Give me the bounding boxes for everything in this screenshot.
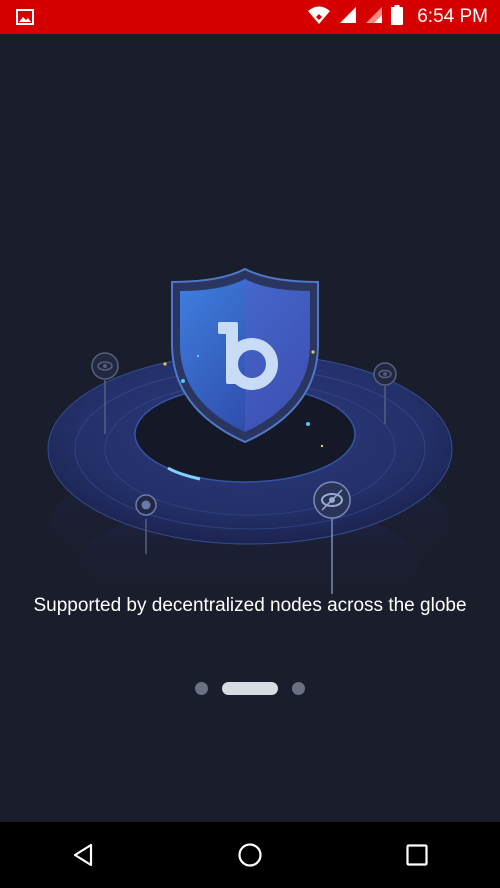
status-bar: 6:54 PM: [0, 0, 500, 34]
page-dot[interactable]: [195, 682, 208, 695]
onboarding-caption: Supported by decentralized nodes across …: [33, 595, 467, 616]
status-time: 6:54 PM: [417, 6, 488, 27]
page-dot-active[interactable]: [222, 682, 278, 695]
back-icon[interactable]: [70, 842, 96, 868]
signal-icon: [365, 6, 383, 29]
page-indicator: [0, 682, 500, 695]
wifi-icon: [307, 5, 331, 30]
home-icon[interactable]: [237, 842, 263, 868]
gallery-icon: [16, 9, 34, 30]
page-dot[interactable]: [292, 682, 305, 695]
recents-icon[interactable]: [404, 842, 430, 868]
onboarding-screen: Supported by decentralized nodes across …: [0, 34, 500, 822]
network-illustration: [47, 267, 453, 624]
navigation-bar: [0, 822, 500, 888]
signal-icon: [339, 6, 357, 29]
battery-icon: [391, 4, 404, 30]
